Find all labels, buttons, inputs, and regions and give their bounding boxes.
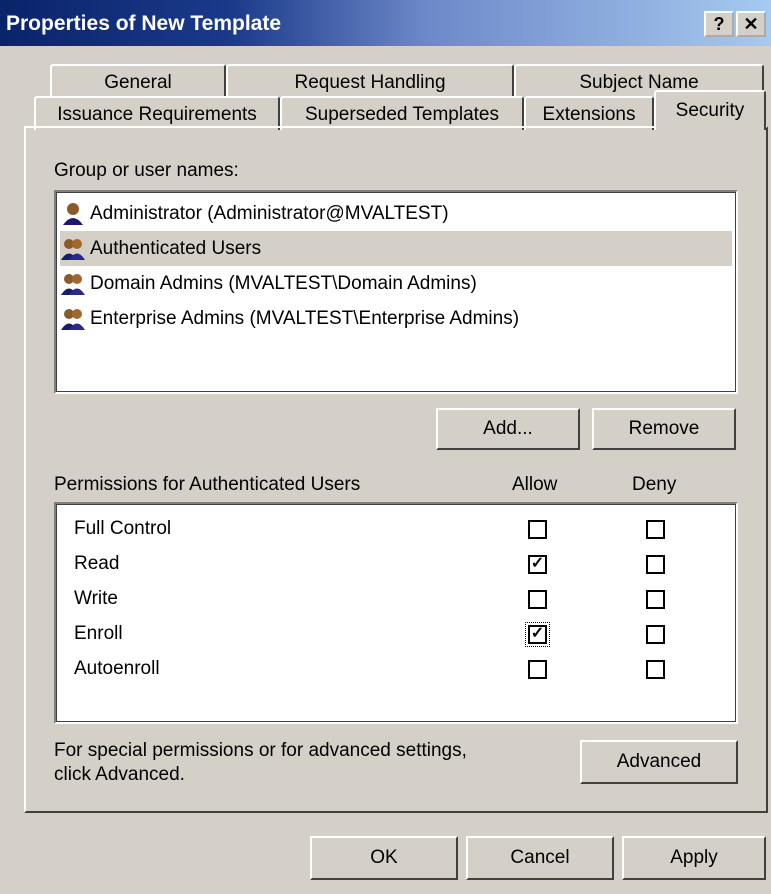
deny-checkbox[interactable]: [646, 555, 665, 574]
apply-button[interactable]: Apply: [622, 836, 766, 880]
window-title: Properties of New Template: [6, 12, 282, 35]
list-item[interactable]: Enterprise Admins (MVALTEST\Enterprise A…: [60, 301, 732, 336]
user-icon: [63, 202, 83, 225]
allow-checkbox[interactable]: ✓: [525, 622, 550, 647]
advanced-help-text: For special permissions or for advanced …: [54, 740, 467, 761]
permissions-list[interactable]: Full Control Read ✓ Write Enroll ✓ Autoe…: [54, 502, 738, 724]
list-item[interactable]: Authenticated Users: [60, 231, 732, 266]
tab-general[interactable]: General: [50, 64, 226, 98]
deny-checkbox[interactable]: [646, 590, 665, 609]
close-button[interactable]: ✕: [736, 11, 766, 37]
advanced-button[interactable]: Advanced: [580, 740, 738, 784]
group-icon: [61, 308, 85, 330]
permission-name: Autoenroll: [74, 658, 160, 679]
ok-button[interactable]: OK: [310, 836, 458, 880]
user-name: Administrator (Administrator@MVALTEST): [90, 202, 449, 224]
title-bar: Properties of New Template ? ✕: [0, 0, 771, 48]
tab-superseded-templates[interactable]: Superseded Templates: [280, 96, 524, 130]
cancel-button[interactable]: Cancel: [466, 836, 614, 880]
user-name: Domain Admins (MVALTEST\Domain Admins): [90, 272, 477, 294]
deny-checkbox[interactable]: [646, 660, 665, 679]
help-button[interactable]: ?: [704, 11, 734, 37]
allow-checkbox[interactable]: [528, 660, 547, 679]
user-name: Authenticated Users: [90, 237, 262, 259]
group-or-user-names-label: Group or user names:: [54, 160, 239, 181]
permission-name: Full Control: [74, 518, 172, 539]
remove-button[interactable]: Remove: [592, 408, 736, 450]
deny-header: Deny: [632, 474, 677, 495]
tab-request-handling[interactable]: Request Handling: [226, 64, 514, 98]
tab-security[interactable]: Security: [654, 90, 766, 130]
user-name: Enterprise Admins (MVALTEST\Enterprise A…: [90, 307, 520, 329]
deny-checkbox[interactable]: [646, 520, 665, 539]
allow-checkbox[interactable]: ✓: [528, 555, 547, 574]
tab-issuance-requirements[interactable]: Issuance Requirements: [34, 96, 280, 130]
allow-checkbox[interactable]: [528, 590, 547, 609]
tab-extensions[interactable]: Extensions: [524, 96, 654, 130]
permission-name: Read: [74, 553, 120, 574]
list-item[interactable]: Administrator (Administrator@MVALTEST): [60, 196, 732, 231]
permission-name: Write: [74, 588, 118, 609]
group-icon: [61, 238, 85, 260]
permission-name: Enroll: [74, 623, 123, 644]
permissions-label: Permissions for Authenticated Users: [54, 474, 361, 495]
add-button[interactable]: Add...: [436, 408, 580, 450]
allow-checkbox[interactable]: [528, 520, 547, 539]
deny-checkbox[interactable]: [646, 625, 665, 644]
list-item[interactable]: Domain Admins (MVALTEST\Domain Admins): [60, 266, 732, 301]
group-icon: [61, 273, 85, 295]
user-list[interactable]: Administrator (Administrator@MVALTEST) A…: [54, 190, 738, 394]
allow-header: Allow: [512, 474, 558, 495]
advanced-help-text-line2: click Advanced.: [54, 764, 185, 785]
